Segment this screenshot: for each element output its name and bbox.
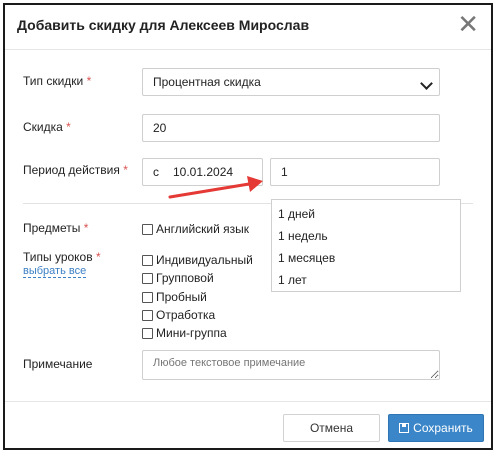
lesson-type-checkbox[interactable]: Индивидуальный xyxy=(142,253,253,267)
checkbox-icon[interactable] xyxy=(142,254,153,266)
subject-checkbox[interactable]: Английский язык xyxy=(142,222,249,236)
lesson-type-checkbox[interactable]: Пробный xyxy=(142,290,207,304)
lesson-types-label-text: Типы уроков xyxy=(23,250,93,264)
save-icon xyxy=(399,423,410,433)
discount-label: Скидка * xyxy=(23,120,71,134)
lesson-type-label: Пробный xyxy=(156,290,207,304)
period-from-input[interactable]: с 10.01.2024 xyxy=(142,158,263,186)
subjects-label: Предметы * xyxy=(23,221,88,235)
required-mark: * xyxy=(83,221,89,235)
checkbox-icon[interactable] xyxy=(142,291,153,303)
period-duration-input[interactable]: 1 xyxy=(270,158,440,186)
required-mark: * xyxy=(123,163,128,177)
period-from-date: 10.01.2024 xyxy=(173,165,234,179)
dropdown-option[interactable]: 1 месяцев xyxy=(278,251,335,265)
duration-dropdown: 1 дней 1 недель 1 месяцев 1 лет xyxy=(271,199,461,292)
required-mark: * xyxy=(66,120,71,134)
discount-type-value: Процентная скидка xyxy=(153,75,261,89)
select-all-link[interactable]: выбрать все xyxy=(23,265,87,278)
dialog: Добавить скидку для Алексеев Мирослав ✕ … xyxy=(3,3,493,450)
dropdown-option[interactable]: 1 недель xyxy=(278,229,328,243)
dropdown-option[interactable]: 1 лет xyxy=(278,273,307,287)
discount-value: 20 xyxy=(153,121,167,135)
required-mark: * xyxy=(86,74,92,88)
dialog-title: Добавить скидку для Алексеев Мирослав xyxy=(17,17,310,33)
lesson-type-label: Индивидуальный xyxy=(156,253,253,267)
lesson-type-checkbox[interactable]: Групповой xyxy=(142,271,214,285)
dialog-header: Добавить скидку для Алексеев Мирослав ✕ xyxy=(5,5,491,50)
lesson-type-label: Мини-группа xyxy=(156,326,227,340)
note-textarea[interactable] xyxy=(142,350,440,380)
dialog-footer: Отмена Сохранить xyxy=(5,401,491,448)
checkbox-icon[interactable] xyxy=(142,327,153,339)
lesson-type-checkbox[interactable]: Отработка xyxy=(142,308,215,322)
discount-input[interactable]: 20 xyxy=(142,114,440,142)
discount-label-text: Скидка xyxy=(23,120,63,134)
discount-type-select[interactable]: Процентная скидка xyxy=(142,68,440,96)
subject-option-label: Английский язык xyxy=(156,222,250,236)
lesson-type-checkbox[interactable]: Мини-группа xyxy=(142,326,227,340)
discount-type-label: Тип скидки * xyxy=(23,74,91,88)
dropdown-option[interactable]: 1 дней xyxy=(278,207,315,221)
chevron-down-icon xyxy=(420,77,433,90)
save-button[interactable]: Сохранить xyxy=(388,414,484,442)
required-mark: * xyxy=(95,250,101,264)
lesson-types-label: Типы уроков * xyxy=(23,250,101,264)
note-label: Примечание xyxy=(23,357,93,371)
lesson-type-label: Групповой xyxy=(156,271,214,285)
close-icon[interactable]: ✕ xyxy=(457,11,479,37)
period-duration-value: 1 xyxy=(281,165,288,179)
checkbox-icon[interactable] xyxy=(142,309,153,321)
period-label-text: Период действия xyxy=(23,163,120,177)
checkbox-icon[interactable] xyxy=(142,223,153,235)
save-button-label: Сохранить xyxy=(413,421,473,435)
subjects-label-text: Предметы xyxy=(23,221,81,235)
lesson-type-label: Отработка xyxy=(156,308,216,322)
discount-type-label-text: Тип скидки xyxy=(23,74,84,88)
cancel-button[interactable]: Отмена xyxy=(283,414,380,442)
period-from-prefix: с xyxy=(153,165,159,179)
period-label: Период действия * xyxy=(23,163,128,177)
checkbox-icon[interactable] xyxy=(142,272,153,284)
